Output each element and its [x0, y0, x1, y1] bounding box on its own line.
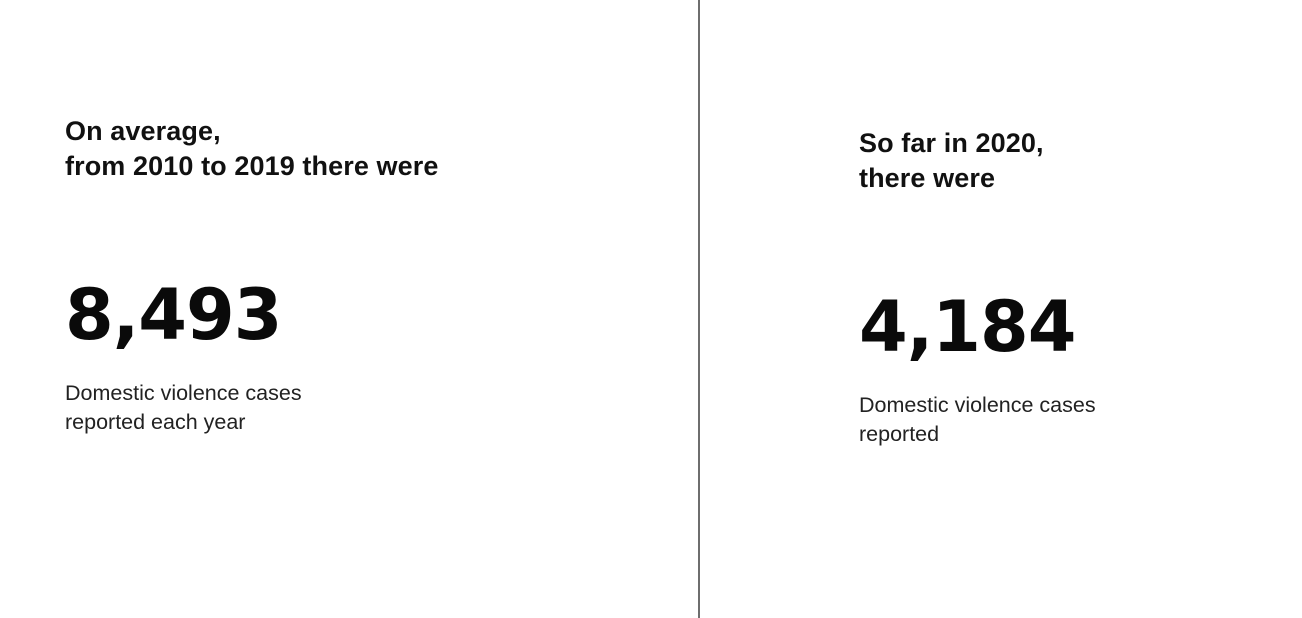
- stat-value-average: 8,493: [65, 274, 282, 356]
- stat-heading-2020: So far in 2020, there were: [859, 126, 1279, 196]
- caption-line: Domestic violence cases: [859, 393, 1096, 417]
- stat-caption-2020: Domestic violence cases reported: [859, 391, 1279, 448]
- stat-panel-average: On average, from 2010 to 2019 there were…: [65, 114, 665, 436]
- stat-panel-2020: So far in 2020, there were 4,184 Domesti…: [859, 126, 1279, 448]
- stat-caption-average: Domestic violence cases reported each ye…: [65, 379, 665, 436]
- heading-line: there were: [859, 163, 996, 193]
- heading-line: So far in 2020,: [859, 128, 1044, 158]
- stat-heading-average: On average, from 2010 to 2019 there were: [65, 114, 665, 184]
- caption-line: Domestic violence cases: [65, 381, 302, 405]
- heading-line: from 2010 to 2019 there were: [65, 151, 439, 181]
- caption-line: reported: [859, 421, 940, 446]
- caption-line: reported each year: [65, 409, 246, 434]
- stat-value-2020: 4,184: [859, 286, 1076, 368]
- vertical-divider: [698, 0, 700, 618]
- heading-line: On average,: [65, 116, 221, 146]
